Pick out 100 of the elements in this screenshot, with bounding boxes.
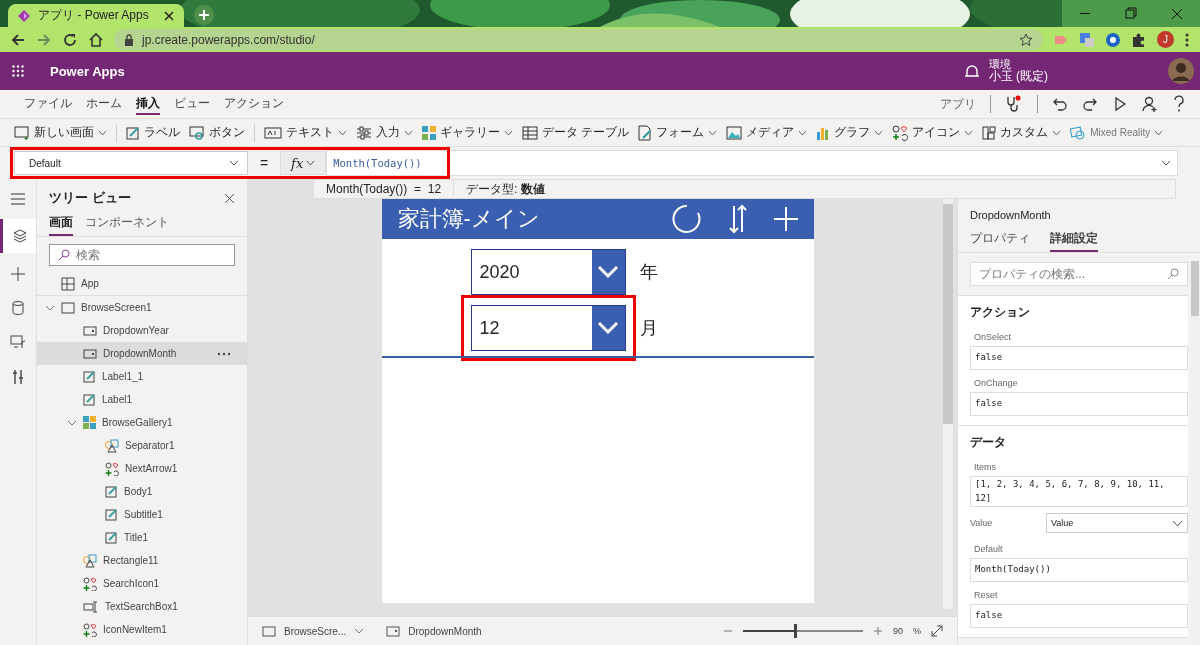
ribbon-button[interactable]: Mixed Reality	[1070, 125, 1164, 140]
database-icon[interactable]	[12, 301, 24, 315]
tree-item[interactable]: NextArrow1	[37, 457, 247, 480]
expand-icon[interactable]	[1161, 160, 1171, 166]
panel-tab[interactable]: 画面	[49, 211, 73, 236]
address-field[interactable]: jp.create.powerapps.com/studio/	[114, 29, 1043, 50]
more-icon[interactable]	[217, 351, 231, 356]
ribbon-button[interactable]: 入力	[356, 125, 413, 140]
menu-tab[interactable]: アクション	[224, 93, 284, 115]
tree-item[interactable]: Label1_1	[37, 365, 247, 388]
close-icon[interactable]	[164, 10, 174, 21]
user-avatar[interactable]	[1168, 58, 1194, 84]
formula-field[interactable]: false	[970, 392, 1188, 416]
tree-item[interactable]: Body1	[37, 480, 247, 503]
tree-item[interactable]: App	[37, 272, 247, 296]
search-field[interactable]: 検索	[49, 244, 235, 266]
tree-item[interactable]: IconNewItem1	[37, 618, 247, 641]
back-icon[interactable]	[10, 31, 26, 48]
scrollbar-thumb[interactable]	[1191, 261, 1199, 316]
tree-item[interactable]: Label1	[37, 388, 247, 411]
sort-icon[interactable]	[727, 204, 748, 234]
tree-item[interactable]: TextSearchBox1	[37, 595, 247, 618]
forward-icon[interactable]	[36, 31, 52, 48]
tree-item[interactable]: SearchIcon1	[37, 572, 247, 595]
properties-tab[interactable]: 詳細設定	[1050, 227, 1098, 252]
reload-icon[interactable]	[62, 31, 78, 48]
search-field[interactable]: プロパティの検索...	[970, 262, 1188, 286]
tree-item[interactable]: BrowseGallery1	[37, 411, 247, 434]
formula-field[interactable]: Month(Today())	[970, 558, 1188, 582]
value-dropdown[interactable]: Value	[1046, 513, 1188, 533]
ribbon-button[interactable]: グラフ	[816, 125, 884, 140]
screen-icon	[262, 625, 276, 637]
home-icon[interactable]	[88, 31, 104, 48]
translate-icon[interactable]	[1079, 31, 1095, 48]
tools-icon[interactable]	[12, 369, 24, 385]
menu-icon[interactable]	[11, 193, 25, 205]
layers-tab[interactable]	[0, 219, 36, 253]
search-icon	[1167, 268, 1179, 280]
puzzle-icon[interactable]	[1131, 31, 1147, 48]
menu-tab[interactable]: ビュー	[174, 93, 210, 115]
ribbon-button[interactable]: 新しい画面	[14, 125, 107, 140]
tree-item[interactable]: Separator1	[37, 434, 247, 457]
add-icon[interactable]	[11, 267, 25, 281]
dropdown[interactable]: 12	[470, 305, 626, 351]
ribbon-button[interactable]: ラベル	[126, 125, 180, 140]
ribbon-button[interactable]: アイコン	[892, 124, 974, 141]
stethoscope-icon[interactable]	[1005, 95, 1023, 113]
function-button[interactable]: fx	[280, 151, 327, 175]
tree-item[interactable]: Rectangle11	[37, 549, 247, 572]
help-icon[interactable]	[1172, 95, 1186, 113]
ribbon-button[interactable]: ボタン	[189, 125, 245, 140]
panel-tab[interactable]: コンポーネント	[85, 211, 169, 236]
ribbon-button[interactable]: データ テーブル	[522, 125, 630, 140]
scrollbar-thumb[interactable]	[943, 204, 953, 424]
breadcrumb-control[interactable]: DropdownMonth	[386, 625, 482, 637]
browser-tab[interactable]: アプリ - Power Apps	[8, 4, 184, 27]
zoom-in-icon[interactable]	[872, 626, 883, 636]
undo-icon[interactable]	[1052, 96, 1068, 112]
tree-item[interactable]: DropdownYear	[37, 319, 247, 342]
tree-item[interactable]: Subtitle1	[37, 503, 247, 526]
tree-item[interactable]: Title1	[37, 526, 247, 549]
formula-field[interactable]: Month(Today())	[326, 150, 1178, 176]
dropdown[interactable]: 2020	[470, 249, 626, 295]
menu-tab[interactable]: ホーム	[86, 93, 122, 115]
formula-field[interactable]: false	[970, 604, 1188, 628]
play-icon[interactable]	[1112, 96, 1128, 112]
ribbon-button[interactable]: フォーム	[638, 124, 718, 141]
refresh-icon[interactable]	[671, 204, 702, 234]
tree-item[interactable]: DropdownMonth	[37, 342, 247, 365]
properties-tab[interactable]: プロパティ	[970, 227, 1030, 252]
star-icon[interactable]	[1019, 32, 1033, 47]
formula-field[interactable]: [1, 2, 3, 4, 5, 6, 7, 8, 9, 10, 11, 12]	[970, 476, 1188, 507]
extension-icon[interactable]	[1105, 31, 1121, 48]
property-dropdown[interactable]: Default	[14, 151, 248, 175]
media-icon[interactable]	[10, 335, 26, 349]
caret-icon	[229, 160, 239, 166]
environment-name[interactable]: 小玉 (既定)	[988, 70, 1048, 85]
menu-tab[interactable]: 挿入	[136, 93, 160, 115]
scrollbar[interactable]	[943, 199, 953, 609]
formula-field[interactable]: false	[970, 346, 1188, 370]
more-icon[interactable]	[1184, 31, 1190, 48]
text-icon	[264, 126, 282, 139]
ribbon-button[interactable]: テキスト	[264, 125, 347, 140]
app-launcher-icon[interactable]	[12, 65, 24, 77]
ribbon-button[interactable]: カスタム	[982, 125, 1062, 140]
edit-icon	[83, 393, 96, 406]
fullscreen-icon[interactable]	[931, 625, 943, 637]
ribbon-button[interactable]: メディア	[726, 125, 808, 140]
close-icon[interactable]	[224, 192, 235, 204]
breadcrumb-screen[interactable]: BrowseScre...	[262, 625, 365, 637]
property-label: OnChange	[973, 377, 1019, 390]
redo-icon[interactable]	[1082, 96, 1098, 112]
profile-avatar[interactable]: J	[1157, 31, 1174, 48]
new-tab-icon[interactable]	[194, 5, 214, 25]
environment-icon[interactable]	[964, 64, 979, 78]
tree-item[interactable]: BrowseScreen1	[37, 296, 247, 319]
add-user-icon[interactable]	[1142, 96, 1158, 112]
shapes-icon	[105, 438, 119, 453]
menu-tab[interactable]: ファイル	[24, 93, 72, 115]
ribbon-button[interactable]: ギャラリー	[422, 125, 513, 140]
